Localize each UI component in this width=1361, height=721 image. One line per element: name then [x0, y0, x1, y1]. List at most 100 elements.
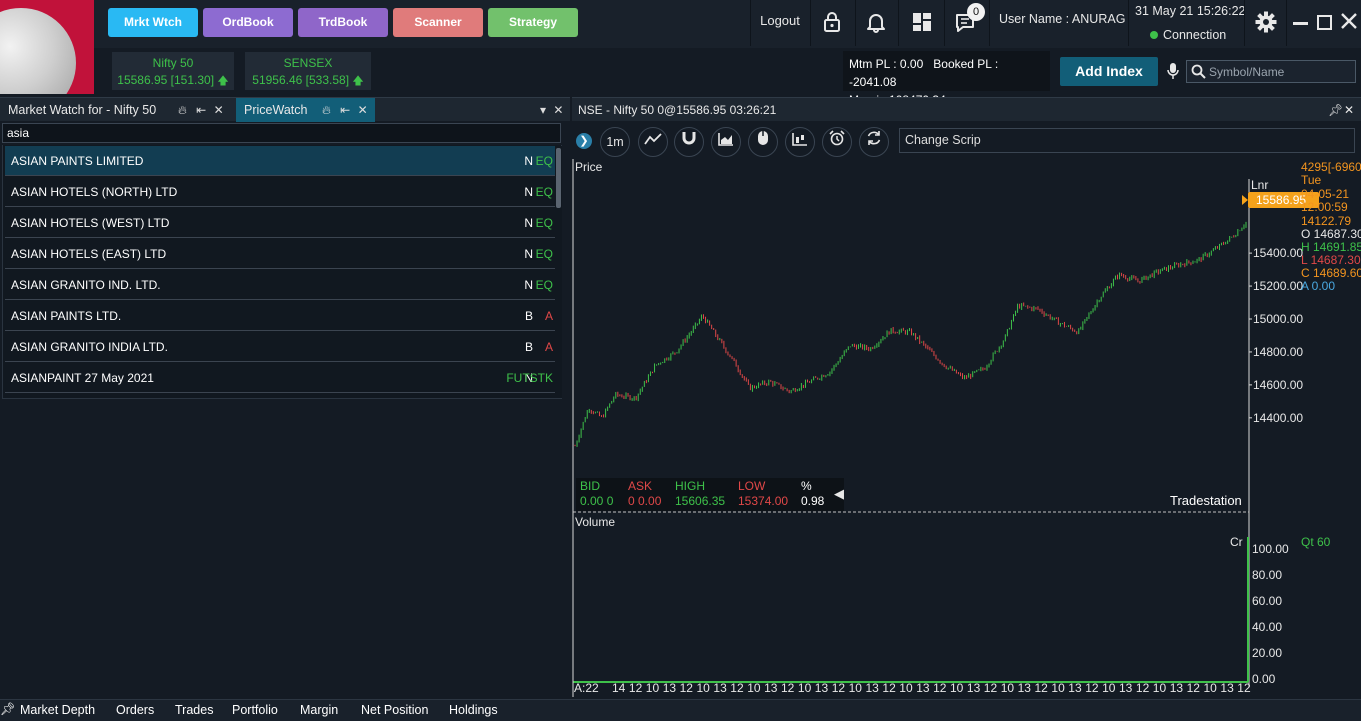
- microphone-icon[interactable]: [1166, 62, 1180, 82]
- bell-icon[interactable]: [864, 11, 888, 35]
- volume-tick-label: 80.00: [1252, 568, 1282, 582]
- list-item[interactable]: ASIAN HOTELS (NORTH) LTD N EQ: [5, 177, 555, 207]
- bid-label: BID: [580, 479, 601, 493]
- high-value: 15606.35: [675, 494, 726, 508]
- pin-left-icon[interactable]: ⇤: [340, 103, 350, 117]
- close-tab-icon[interactable]: ✕: [358, 103, 368, 117]
- market-watch-button[interactable]: Mrkt Wtch: [108, 8, 198, 37]
- tab-net-position[interactable]: Net Position: [361, 703, 428, 717]
- expand-icon[interactable]: ❯: [576, 133, 592, 149]
- tab-portfolio[interactable]: Portfolio: [232, 703, 278, 717]
- time-tick-label: 10: [899, 681, 913, 695]
- bottom-bar: 📌︎ Market Depth Orders Trades Portfolio …: [0, 699, 1361, 721]
- instrument-name: ASIAN PAINTS LIMITED: [11, 154, 144, 168]
- trade-book-button[interactable]: TrdBook: [298, 8, 388, 37]
- divider: [855, 0, 856, 46]
- settings-icon[interactable]: [1254, 11, 1278, 35]
- index-value: 15586.95 [151.30] 🡅: [117, 73, 229, 87]
- list-item[interactable]: ASIAN HOTELS (EAST) LTD N EQ: [5, 239, 555, 269]
- pin-icon[interactable]: 📌︎: [0, 702, 16, 717]
- tab-orders[interactable]: Orders: [116, 703, 154, 717]
- list-item[interactable]: ASIAN PAINTS LTD. B A: [5, 301, 555, 331]
- collapse-quote-icon[interactable]: ◀: [834, 486, 844, 502]
- close-chart-icon[interactable]: ✕: [1344, 98, 1354, 122]
- user-name: User Name : ANURAG: [999, 12, 1126, 26]
- info-price: 14122.79: [1301, 214, 1351, 228]
- lock-icon[interactable]: [820, 11, 844, 35]
- close-tab-icon[interactable]: ✕: [214, 103, 224, 117]
- filter-input[interactable]: [3, 124, 560, 142]
- time-tick-label: 10: [646, 681, 660, 695]
- pin-left-icon[interactable]: ⇤: [196, 103, 206, 117]
- interval-button[interactable]: 1m: [600, 127, 630, 157]
- volume-scale-type: Cr: [1230, 535, 1243, 549]
- list-item[interactable]: ASIAN HOTELS (WEST) LTD N EQ: [5, 208, 555, 238]
- ask-label: ASK: [628, 479, 653, 493]
- refresh-icon[interactable]: [859, 127, 889, 157]
- low-value: 15374.00: [738, 494, 789, 508]
- list-scrollbar[interactable]: [556, 146, 562, 398]
- last-price-pointer: [1242, 195, 1248, 205]
- chart-header: NSE - Nifty 50 0@15586.95 03:26:21 📌︎ ✕: [572, 97, 1361, 121]
- tab-market-depth[interactable]: Market Depth: [20, 703, 95, 717]
- symbol-search[interactable]: [1186, 60, 1356, 83]
- tab-market-watch-actions: 🔥︎ ⇤ ✕: [178, 98, 228, 122]
- logo-emblem: [0, 8, 76, 94]
- close-pane-icon[interactable]: ✕: [553, 103, 563, 117]
- flame-icon[interactable]: 🔥︎: [178, 103, 187, 117]
- flame-icon[interactable]: 🔥︎: [322, 103, 331, 117]
- time-tick-label: 10: [1153, 681, 1167, 695]
- divider: [944, 0, 945, 46]
- high-label: HIGH: [675, 479, 705, 493]
- time-tick-label: 13: [916, 681, 930, 695]
- index-card-nifty[interactable]: Nifty 50 15586.95 [151.30] 🡅: [112, 52, 234, 90]
- time-tick-label: 12: [832, 681, 846, 695]
- area-chart-icon[interactable]: [711, 127, 741, 157]
- order-book-button[interactable]: OrdBook: [203, 8, 293, 37]
- list-item[interactable]: ASIAN GRANITO IND. LTD. N EQ: [5, 270, 555, 300]
- watch-filter[interactable]: [2, 123, 561, 143]
- list-item[interactable]: ASIANPAINT 27 May 2021 N FUTSTK: [5, 363, 555, 393]
- index-card-sensex[interactable]: SENSEX 51956.46 [533.58] 🡅: [245, 52, 371, 90]
- strategy-button[interactable]: Strategy: [488, 8, 578, 37]
- alarm-icon[interactable]: [822, 127, 852, 157]
- dropdown-icon[interactable]: ▾: [540, 103, 546, 117]
- price-tick-label: 14800.00: [1253, 345, 1303, 359]
- search-input[interactable]: [1209, 63, 1349, 81]
- arrow-up-icon: 🡅: [352, 75, 364, 87]
- time-tick-label: 13: [663, 681, 677, 695]
- price-tick-label: 14600.00: [1253, 378, 1303, 392]
- tab-margin[interactable]: Margin: [300, 703, 338, 717]
- pin-icon[interactable]: 📌︎: [1328, 98, 1343, 122]
- line-chart-icon[interactable]: [638, 127, 668, 157]
- add-index-button[interactable]: Add Index: [1060, 57, 1158, 86]
- ask-value: 0 0.00: [628, 494, 662, 508]
- list-item[interactable]: ASIAN PAINTS LIMITED N EQ: [5, 146, 555, 176]
- maximize-icon[interactable]: [1317, 15, 1332, 30]
- logout-button[interactable]: Logout: [752, 13, 808, 28]
- magnet-icon[interactable]: [674, 127, 704, 157]
- volume-tick-label: 100.00: [1252, 542, 1289, 556]
- indicator-icon[interactable]: [785, 127, 815, 157]
- tab-trades[interactable]: Trades: [175, 703, 213, 717]
- info-date: 04-05-21: [1301, 187, 1349, 201]
- time-tick-label: 13: [1220, 681, 1234, 695]
- minimize-icon[interactable]: [1293, 22, 1308, 25]
- scanner-button[interactable]: Scanner: [393, 8, 483, 37]
- divider: [1244, 0, 1245, 46]
- divider: [1286, 0, 1287, 46]
- scrollbar-thumb[interactable]: [556, 148, 561, 208]
- time-tick-label: 14: [612, 681, 626, 695]
- time-tick-label: 12: [680, 681, 694, 695]
- tab-holdings[interactable]: Holdings: [449, 703, 498, 717]
- time-tick-label: 12: [1035, 681, 1049, 695]
- price-chart[interactable]: Price Lnr 15400.00 15200.00 15000.00 14800.…: [572, 159, 1361, 697]
- close-icon[interactable]: [1339, 12, 1359, 32]
- dashboard-icon[interactable]: [911, 12, 933, 34]
- time-tick-label: 12: [629, 681, 643, 695]
- mouse-icon[interactable]: [748, 127, 778, 157]
- volume-tick-label: 60.00: [1252, 594, 1282, 608]
- list-item[interactable]: ASIAN GRANITO INDIA LTD. B A: [5, 332, 555, 362]
- change-scrip-input[interactable]: Change Scrip: [899, 128, 1355, 153]
- price-tick-label: 15000.00: [1253, 312, 1303, 326]
